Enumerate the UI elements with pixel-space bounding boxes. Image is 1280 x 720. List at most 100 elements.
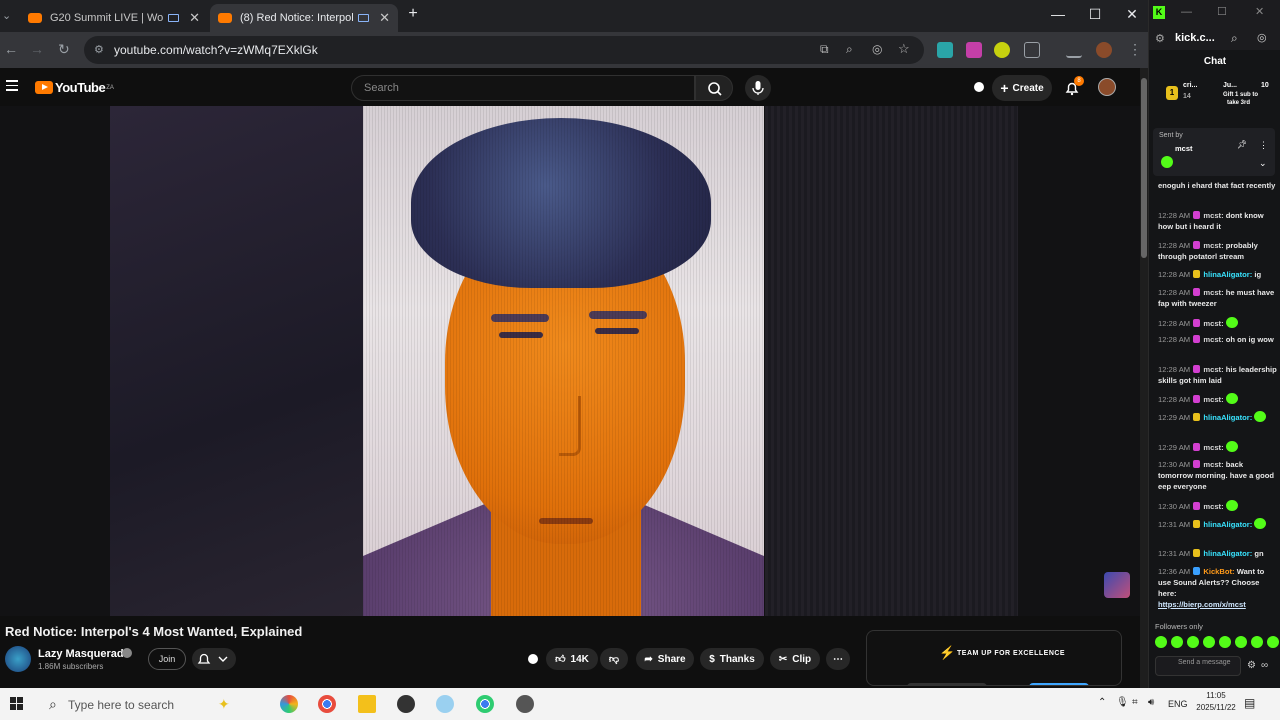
extension-icon[interactable] xyxy=(937,42,953,58)
new-tab-button[interactable]: + xyxy=(403,5,423,23)
tab-red-notice[interactable]: (8) Red Notice: Interpol's 4 ✕ xyxy=(210,4,398,32)
chat-message[interactable]: 12:31 AM hlinaAligator: gn xyxy=(1158,548,1278,559)
back-icon[interactable]: ← xyxy=(4,41,18,57)
chat-username[interactable]: mcst: xyxy=(1203,288,1223,297)
join-button[interactable]: Join xyxy=(148,648,186,670)
thanks-button[interactable]: $ Thanks xyxy=(700,648,764,670)
emote-icon[interactable] xyxy=(1203,636,1215,648)
reading-list-icon[interactable] xyxy=(1066,42,1082,58)
zoom-icon[interactable]: ⌕ xyxy=(846,42,853,57)
pinned-message[interactable]: Sent by mcst 📌︎ ⋮ ⌄ xyxy=(1153,128,1275,176)
like-button[interactable]: 👍︎ 14K xyxy=(546,648,598,670)
kebab-menu-icon[interactable]: ⋮ xyxy=(1259,140,1268,151)
chat-message[interactable]: 12:36 AM KickBot: Want to use Sound Aler… xyxy=(1158,566,1278,610)
minimize-icon[interactable]: — xyxy=(1181,6,1192,18)
chat-username[interactable]: mcst: xyxy=(1203,443,1223,452)
maximize-icon[interactable]: ☐ xyxy=(1217,5,1227,18)
file-explorer-icon[interactable] xyxy=(358,695,376,713)
chat-username[interactable]: mcst: xyxy=(1203,335,1223,344)
clip-button[interactable]: ✂ Clip xyxy=(770,648,820,670)
voice-search-button[interactable] xyxy=(745,75,771,101)
copilot-app-icon[interactable] xyxy=(280,695,298,713)
chat-username[interactable]: KickBot: xyxy=(1203,567,1234,576)
emote-icon[interactable] xyxy=(1251,636,1263,648)
chat-username[interactable]: mcst: xyxy=(1203,395,1223,404)
youtube-logo[interactable]: YouTube ZA xyxy=(35,80,114,95)
chat-message[interactable]: 12:28 AM mcst: xyxy=(1158,317,1278,328)
chevron-down-icon[interactable]: ⌄ xyxy=(1259,158,1267,169)
chat-username[interactable]: mcst: xyxy=(1203,502,1223,511)
search-highlight-icon[interactable]: ✦ xyxy=(218,696,230,713)
volume-icon[interactable]: 🔊︎ xyxy=(1148,697,1154,708)
page-scrollbar[interactable] xyxy=(1140,68,1148,688)
account-avatar[interactable] xyxy=(1098,78,1116,96)
chat-username[interactable]: mcst: xyxy=(1203,365,1223,374)
minimize-icon[interactable]: — xyxy=(1048,6,1068,22)
video-player[interactable] xyxy=(0,106,1140,616)
url-text[interactable]: youtube.com/watch?v=zWMq7EXklGk xyxy=(114,43,318,57)
extension-icon[interactable] xyxy=(994,42,1010,58)
emote-icon[interactable] xyxy=(1267,636,1279,648)
emote-icon[interactable] xyxy=(1155,636,1167,648)
system-clock[interactable]: 11:05 2025/11/22 xyxy=(1196,690,1236,714)
chrome-app-icon[interactable] xyxy=(318,695,336,713)
kick-url[interactable]: kick.c... xyxy=(1175,32,1215,44)
app-icon[interactable] xyxy=(516,695,534,713)
chat-message[interactable]: 12:28 AM mcst: his leadership skills got… xyxy=(1158,364,1278,386)
tab-search-icon[interactable]: ⌄ xyxy=(2,9,11,22)
zoom-icon[interactable]: ⌕ xyxy=(1231,31,1238,46)
create-button[interactable]: + Create xyxy=(992,75,1052,101)
windows-start-icon[interactable] xyxy=(10,697,24,711)
network-icon[interactable]: ⌗ xyxy=(1132,697,1138,708)
notification-center-icon[interactable]: ▤ xyxy=(1244,696,1255,710)
forward-icon[interactable]: → xyxy=(30,41,44,57)
chat-message[interactable]: 12:28 AM mcst: xyxy=(1158,393,1278,404)
emote-icon[interactable] xyxy=(1219,636,1231,648)
taskbar-search-input[interactable]: ⌕ Type here to search xyxy=(45,692,265,716)
chat-message-input[interactable]: Send a message xyxy=(1155,656,1241,676)
chat-username[interactable]: mcst: xyxy=(1203,211,1223,220)
ai-sparkle-icon[interactable] xyxy=(526,652,540,666)
dislike-button[interactable]: 👎︎ xyxy=(600,648,628,670)
chat-username[interactable]: mcst: xyxy=(1203,319,1223,328)
reload-icon[interactable]: ↻ xyxy=(58,41,70,58)
chat-message[interactable]: 12:29 AM hlinaAligator: xyxy=(1158,411,1278,433)
chat-message[interactable]: enoguh i ehard that fact recently xyxy=(1158,180,1278,202)
profile-avatar[interactable] xyxy=(1096,42,1112,58)
chat-username[interactable]: mcst: xyxy=(1203,241,1223,250)
channel-avatar[interactable] xyxy=(5,646,31,672)
chat-username[interactable]: mcst: xyxy=(1203,460,1223,469)
eye-off-icon[interactable]: ◎ xyxy=(872,42,882,56)
close-window-icon[interactable]: ✕ xyxy=(1255,5,1264,18)
chevron-up-icon[interactable]: ⌃ xyxy=(1098,697,1106,708)
subscription-bell-button[interactable] xyxy=(192,648,236,670)
bookmark-star-icon[interactable]: ☆ xyxy=(898,41,910,57)
emoji-icon[interactable]: ∞ xyxy=(1261,660,1268,671)
close-window-icon[interactable]: ✕ xyxy=(1122,6,1142,23)
chat-username[interactable]: hlinaAligator: xyxy=(1203,549,1252,558)
chat-username[interactable]: hlinaAligator: xyxy=(1203,520,1252,529)
chat-username[interactable]: hlinaAligator: xyxy=(1203,413,1252,422)
promo-card[interactable]: ⚡ TEAM UP FOR EXCELLENCE xyxy=(866,630,1122,686)
eye-off-icon[interactable]: ◎ xyxy=(1257,31,1267,44)
pin-icon[interactable]: 📌︎ xyxy=(1237,140,1247,149)
settings-gear-icon[interactable]: ⚙ xyxy=(1247,660,1256,671)
channel-watermark[interactable] xyxy=(1104,572,1130,598)
omnibox[interactable]: ⚙ youtube.com/watch?v=zWMq7EXklGk ⧉ ⌕ ◎ … xyxy=(84,36,924,64)
share-button[interactable]: ➦ Share xyxy=(636,648,694,670)
scrollbar-thumb[interactable] xyxy=(1141,78,1147,258)
chat-link[interactable]: https://bierp.com/x/mcst xyxy=(1158,600,1246,609)
close-tab-icon[interactable]: ✕ xyxy=(189,10,200,26)
more-actions-button[interactable]: ⋯ xyxy=(826,648,850,670)
chat-message[interactable]: 12:30 AM mcst: xyxy=(1158,500,1278,511)
snipping-tool-icon[interactable] xyxy=(436,695,454,713)
chat-message[interactable]: 12:28 AM mcst: dont know how but i heard… xyxy=(1158,210,1278,232)
search-input[interactable]: Search xyxy=(351,75,695,101)
extensions-puzzle-icon[interactable] xyxy=(1024,42,1040,58)
site-info-icon[interactable]: ⚙ xyxy=(94,43,104,56)
language-indicator[interactable]: ENG xyxy=(1168,699,1188,709)
chat-message[interactable]: 12:29 AM mcst: xyxy=(1158,441,1278,452)
emote-icon[interactable] xyxy=(1187,636,1199,648)
chrome-app-icon[interactable] xyxy=(476,695,494,713)
microphone-icon[interactable]: 🎙︎ xyxy=(1116,697,1129,708)
